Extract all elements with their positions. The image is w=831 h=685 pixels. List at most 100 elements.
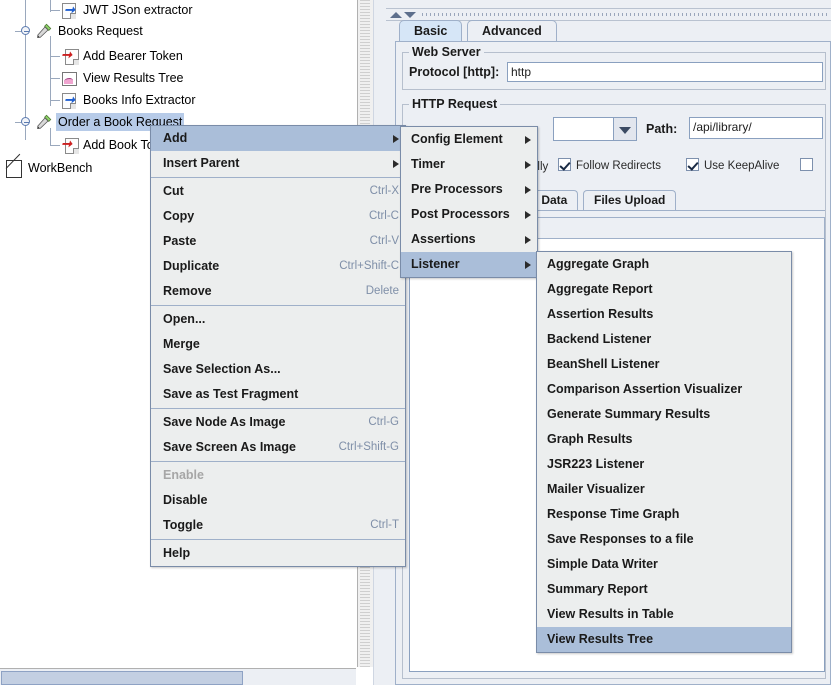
menu-item-label: Comparison Assertion Visualizer <box>547 382 743 396</box>
listener-item-view-results-tree[interactable]: View Results Tree <box>537 627 791 652</box>
pipette-glyph <box>37 23 52 39</box>
tree-node-label: Books Info Extractor <box>83 93 196 107</box>
pipette-glyph <box>37 114 52 130</box>
chevron-down-icon[interactable] <box>613 118 636 140</box>
tree-horizontal-scrollbar[interactable] <box>0 668 356 685</box>
tree-node-view-results-tree[interactable]: View Results Tree <box>60 68 186 88</box>
menu-item-accelerator: Ctrl+Shift-C <box>339 260 399 272</box>
extra-option-checkbox[interactable] <box>800 158 813 171</box>
tree-node-label: JWT JSon extractor <box>83 3 193 17</box>
menu-item-label: Toggle <box>163 518 204 532</box>
listener-item-generate-summary-results[interactable]: Generate Summary Results <box>537 402 791 427</box>
chevron-right-icon <box>525 135 531 144</box>
submenu-item-assertions[interactable]: Assertions <box>401 227 537 252</box>
menu-item-cut[interactable]: Cut Ctrl-X <box>151 179 405 204</box>
tree-connector-line <box>50 100 60 101</box>
listener-item-simple-data-writer[interactable]: Simple Data Writer <box>537 552 791 577</box>
menu-item-save-node-as-image[interactable]: Save Node As Image Ctrl-G <box>151 410 405 435</box>
method-combo[interactable] <box>553 117 637 141</box>
menu-item-help[interactable]: Help <box>151 541 405 566</box>
menu-item-insert-parent[interactable]: Insert Parent <box>151 151 405 176</box>
listener-submenu[interactable]: Aggregate Graph Aggregate Report Asserti… <box>536 251 792 653</box>
menu-item-save-as-test-fragment[interactable]: Save as Test Fragment <box>151 382 405 407</box>
listener-item-save-responses-to-a-file[interactable]: Save Responses to a file <box>537 527 791 552</box>
protocol-input[interactable]: http <box>507 62 823 82</box>
submenu-item-config-element[interactable]: Config Element <box>401 127 537 152</box>
scrollbar-thumb[interactable] <box>1 671 243 685</box>
listener-item-summary-report[interactable]: Summary Report <box>537 577 791 602</box>
listener-item-aggregate-report[interactable]: Aggregate Report <box>537 277 791 302</box>
menu-item-label: Generate Summary Results <box>547 407 711 421</box>
menu-item-enable: Enable <box>151 463 405 488</box>
use-keepalive-checkbox[interactable] <box>686 158 699 171</box>
chevron-right-icon <box>525 160 531 169</box>
menu-item-accelerator: Ctrl-X <box>369 185 399 197</box>
tree-node-books-info-extractor[interactable]: ➞ Books Info Extractor <box>60 90 198 110</box>
menu-item-label: JSR223 Listener <box>547 457 645 471</box>
subtab-files-upload[interactable]: Files Upload <box>583 190 677 210</box>
add-submenu[interactable]: Config Element Timer Pre Processors Post… <box>400 126 538 278</box>
submenu-item-timer[interactable]: Timer <box>401 152 537 177</box>
listener-item-comparison-assertion-visualizer[interactable]: Comparison Assertion Visualizer <box>537 377 791 402</box>
listener-item-view-results-in-table[interactable]: View Results in Table <box>537 602 791 627</box>
menu-item-label: Pre Processors <box>411 182 503 196</box>
menu-item-label: Aggregate Graph <box>547 257 650 271</box>
submenu-item-pre-processors[interactable]: Pre Processors <box>401 177 537 202</box>
workbench-icon <box>5 159 23 178</box>
tab-basic[interactable]: Basic <box>399 20 463 41</box>
menu-item-label: Mailer Visualizer <box>547 482 645 496</box>
tab-advanced[interactable]: Advanced <box>467 20 557 41</box>
submenu-item-listener[interactable]: Listener <box>401 252 537 277</box>
menu-item-label: Disable <box>163 493 208 507</box>
menu-item-save-selection-as[interactable]: Save Selection As... <box>151 357 405 382</box>
menu-item-open[interactable]: Open... <box>151 307 405 332</box>
menu-item-add[interactable]: Add <box>151 126 405 151</box>
tree-expander-books-request[interactable] <box>21 26 30 35</box>
tree-node-jwt-json-extractor[interactable]: ➞ JWT JSon extractor <box>60 0 195 20</box>
menu-item-label: Open... <box>163 312 206 326</box>
tree-node-label: View Results Tree <box>83 71 184 85</box>
menu-item-save-screen-as-image[interactable]: Save Screen As Image Ctrl+Shift-G <box>151 435 405 460</box>
menu-item-label: Help <box>163 546 191 560</box>
collapse-up-icon[interactable] <box>390 12 402 18</box>
menu-item-label: Paste <box>163 234 197 248</box>
menu-item-label: Copy <box>163 209 195 223</box>
menu-item-label: Post Processors <box>411 207 510 221</box>
node-context-menu[interactable]: Add Insert Parent Cut Ctrl-X Copy Ctrl-C… <box>150 125 406 567</box>
menu-item-label: View Results in Table <box>547 607 674 621</box>
path-input[interactable]: /api/library/ <box>689 117 823 139</box>
listener-icon <box>60 69 78 87</box>
follow-redirects-checkbox[interactable] <box>558 158 571 171</box>
menu-item-copy[interactable]: Copy Ctrl-C <box>151 204 405 229</box>
listener-item-backend-listener[interactable]: Backend Listener <box>537 327 791 352</box>
tree-node-books-request[interactable]: Books Request <box>35 21 145 41</box>
listener-item-response-time-graph[interactable]: Response Time Graph <box>537 502 791 527</box>
menu-item-duplicate[interactable]: Duplicate Ctrl+Shift-C <box>151 254 405 279</box>
listener-item-graph-results[interactable]: Graph Results <box>537 427 791 452</box>
menu-item-label: Graph Results <box>547 432 633 446</box>
menu-item-paste[interactable]: Paste Ctrl-V <box>151 229 405 254</box>
tree-node-workbench[interactable]: WorkBench <box>5 158 94 178</box>
listener-item-jsr223-listener[interactable]: JSR223 Listener <box>537 452 791 477</box>
listener-item-beanshell-listener[interactable]: BeanShell Listener <box>537 352 791 377</box>
submenu-item-post-processors[interactable]: Post Processors <box>401 202 537 227</box>
collapse-down-icon[interactable] <box>404 12 416 18</box>
http-sampler-icon <box>35 113 53 131</box>
menu-item-toggle[interactable]: Toggle Ctrl-T <box>151 513 405 538</box>
drag-dots <box>422 13 829 16</box>
web-server-group: Web Server Protocol [http]: http <box>402 45 826 90</box>
listener-item-mailer-visualizer[interactable]: Mailer Visualizer <box>537 477 791 502</box>
tree-node-add-bearer-token[interactable]: ➞ Add Bearer Token <box>60 46 185 66</box>
tree-connector-line <box>50 78 60 79</box>
menu-item-merge[interactable]: Merge <box>151 332 405 357</box>
menu-item-label: Listener <box>411 257 460 271</box>
tree-expander-order-book-request[interactable] <box>21 117 30 126</box>
menu-separator <box>151 305 405 306</box>
use-keepalive-label: Use KeepAlive <box>704 160 780 172</box>
listener-item-aggregate-graph[interactable]: Aggregate Graph <box>537 252 791 277</box>
editor-tabs[interactable]: Basic Advanced <box>395 20 831 42</box>
menu-item-remove[interactable]: Remove Delete <box>151 279 405 304</box>
menu-item-label: Simple Data Writer <box>547 557 658 571</box>
listener-item-assertion-results[interactable]: Assertion Results <box>537 302 791 327</box>
menu-item-disable[interactable]: Disable <box>151 488 405 513</box>
